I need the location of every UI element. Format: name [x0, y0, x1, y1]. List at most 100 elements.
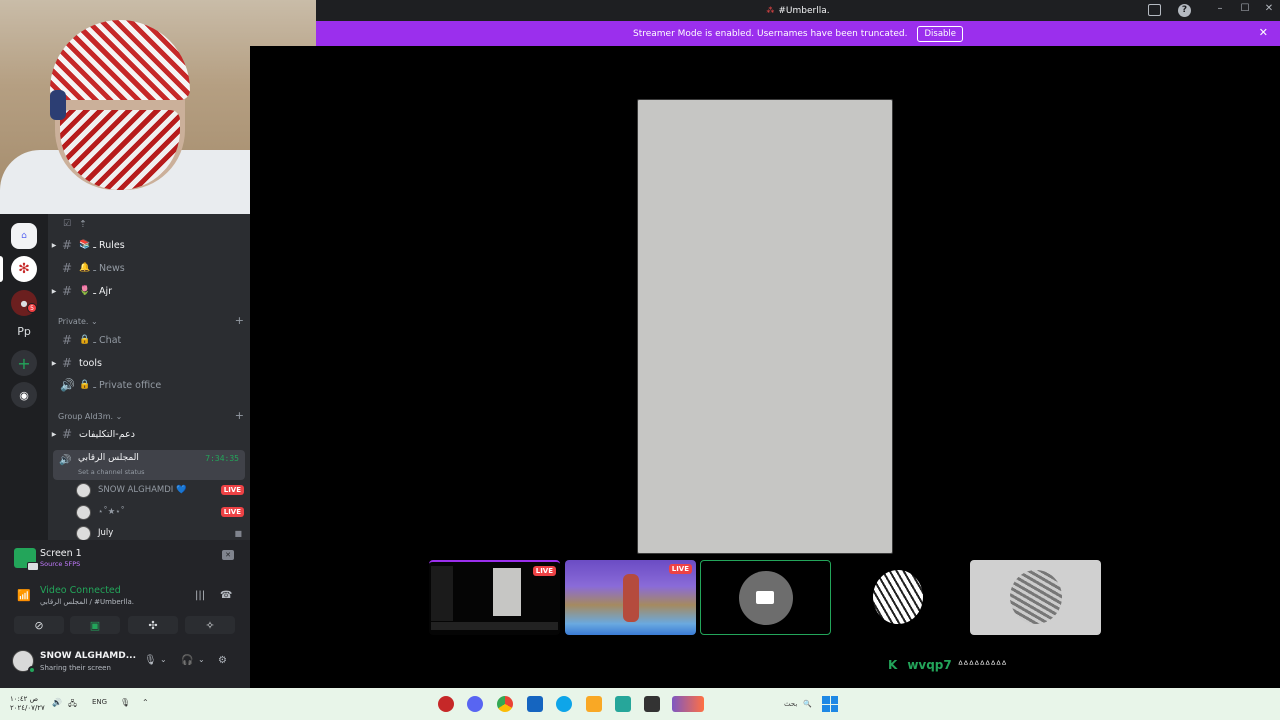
- banner-close-icon[interactable]: ✕: [1259, 26, 1268, 39]
- channel-list: ☑ ⇡ ▶ # 📚 ـ Rules # 🔔 ـ News ▶ # 🌷 ـ Ajr Pr…: [48, 214, 250, 541]
- member-name: SNOW ALGHAMDI 💙: [98, 485, 187, 495]
- disconnect-icon[interactable]: ☎: [220, 590, 232, 601]
- participant-tile[interactable]: [700, 560, 831, 635]
- speaker-icon: 🔊: [60, 378, 75, 392]
- channel-item-support[interactable]: ▶ # دعم-التكليفات: [48, 424, 250, 444]
- voice-channel-name: المجلس الرقابي: [78, 453, 139, 463]
- umbrella-icon: ✻: [18, 261, 30, 277]
- edge-icon[interactable]: [556, 696, 572, 712]
- hash-icon: #: [61, 333, 73, 347]
- channel-item-tools[interactable]: ▶ # tools: [48, 353, 250, 373]
- voice-member[interactable]: SNOW ALGHAMDI 💙 LIVE: [76, 481, 246, 499]
- camera-off-button[interactable]: ⊘: [14, 616, 64, 634]
- help-icon[interactable]: ?: [1178, 4, 1191, 17]
- soundboard-button[interactable]: ✧: [185, 616, 235, 634]
- hash-icon: #: [61, 238, 73, 252]
- channel-item-private-office[interactable]: 🔊 🔒 ـ Private office: [48, 375, 250, 395]
- overlay-username: wvqp7: [907, 658, 952, 672]
- focused-screen-share[interactable]: [637, 99, 893, 554]
- channel-label: ـ News: [93, 262, 125, 274]
- chevron-down-icon: ⌄: [90, 317, 98, 326]
- stream-tile[interactable]: LIVE: [565, 560, 696, 635]
- noise-suppression-icon[interactable]: |||: [195, 590, 205, 601]
- flower-icon: 🌷: [79, 286, 91, 296]
- voice-member[interactable]: ⋆˚★⋆˚ LIVE: [76, 503, 246, 521]
- lock-icon: 🔒: [79, 380, 91, 390]
- store-icon[interactable]: [527, 696, 543, 712]
- channel-label: ـ Ajr: [93, 285, 113, 297]
- disable-streamer-mode-button[interactable]: Disable: [917, 25, 964, 42]
- screen-share-source: Source 5FPS: [40, 560, 81, 568]
- network-icon[interactable]: 🖧: [68, 698, 77, 712]
- server-umbrella[interactable]: ✻: [11, 256, 37, 282]
- add-channel-icon[interactable]: +: [235, 410, 244, 421]
- inbox-icon[interactable]: [1148, 4, 1161, 16]
- category-label: Private.: [58, 317, 89, 326]
- terminal-icon[interactable]: [644, 696, 660, 712]
- chevron-up-icon[interactable]: ⌃: [142, 698, 149, 707]
- add-channel-icon[interactable]: +: [235, 315, 244, 326]
- add-server-button[interactable]: +: [11, 350, 37, 376]
- widgets-icon[interactable]: [672, 696, 704, 712]
- search-icon: 🔍: [803, 700, 812, 708]
- language-indicator[interactable]: ENG: [92, 698, 107, 706]
- hash-icon: #: [61, 427, 73, 441]
- headphones-icon[interactable]: 🎧: [181, 655, 193, 666]
- chevron-down-icon[interactable]: ⌄: [160, 655, 167, 664]
- channel-item-chat[interactable]: # 🔒 ـ Chat: [48, 330, 250, 350]
- video-connected-status[interactable]: Video Connected: [40, 585, 121, 596]
- signal-icon[interactable]: 📶: [17, 589, 31, 602]
- banner-text: Streamer Mode is enabled. Usernames have…: [632, 28, 908, 39]
- microphone-icon[interactable]: 🎙: [144, 655, 157, 666]
- stop-sharing-button[interactable]: ▣: [70, 616, 120, 634]
- minimize-button[interactable]: –: [1210, 3, 1230, 14]
- discord-icon[interactable]: [467, 696, 483, 712]
- screen-share-title: Screen 1: [40, 548, 82, 559]
- avatar: [873, 570, 923, 624]
- user-status: Sharing their screen: [40, 664, 111, 672]
- chevron-down-icon: ⌄: [115, 412, 123, 421]
- channel-item-news[interactable]: # 🔔 ـ News: [48, 258, 250, 278]
- username[interactable]: SNOW ALGHAMD...: [40, 651, 136, 661]
- video-camera-icon: ■: [234, 528, 242, 538]
- clock[interactable]: ص ١٠:٤٢ ٢٠٢٤/٠٧/٢٧: [10, 695, 45, 713]
- discord-logo-icon: ⌂: [21, 231, 27, 241]
- category-group[interactable]: Group Ald3m. ⌄ +: [58, 410, 244, 421]
- volume-icon[interactable]: 🔊: [52, 698, 62, 707]
- hash-icon: #: [61, 261, 73, 275]
- server-pp[interactable]: Pp: [11, 318, 37, 344]
- stream-tile[interactable]: LIVE: [429, 560, 560, 635]
- windows-start-icon[interactable]: [822, 696, 838, 712]
- category-private[interactable]: Private. ⌄ +: [58, 315, 244, 326]
- hash-icon: #: [61, 284, 73, 298]
- channel-item-top[interactable]: ☑ ⇡: [48, 214, 250, 234]
- channel-label: tools: [79, 357, 102, 369]
- microphone-icon[interactable]: 🎙: [120, 698, 130, 707]
- live-badge: LIVE: [220, 485, 244, 495]
- voice-user-panel: Screen 1 Source 5FPS ✕ 📶 Video Connected…: [0, 540, 250, 688]
- maximize-button[interactable]: ☐: [1235, 3, 1255, 14]
- taskbar-search[interactable]: بحث 🔍: [740, 696, 812, 712]
- channel-item-ajr[interactable]: ▶ # 🌷 ـ Ajr: [48, 281, 250, 301]
- channel-item-rules[interactable]: ▶ # 📚 ـ Rules: [48, 235, 250, 255]
- screen-share-icon: ▣: [89, 618, 101, 632]
- explore-servers-button[interactable]: ◉: [11, 382, 37, 408]
- gear-icon[interactable]: ⚙: [218, 655, 227, 666]
- participant-tile[interactable]: [835, 560, 966, 635]
- stream-username-overlay: K wvqp7 ᐞᐞᐞᐞᐞᐞᐞᐞᐞ: [888, 658, 1007, 672]
- unread-dot-icon: ▶: [51, 241, 57, 249]
- kick-logo-icon: K: [888, 658, 898, 672]
- file-explorer-icon[interactable]: [586, 696, 602, 712]
- chevron-down-icon[interactable]: ⌄: [198, 655, 205, 664]
- participant-tile[interactable]: [970, 560, 1101, 635]
- stop-stream-icon[interactable]: ✕: [222, 550, 234, 560]
- direct-messages-button[interactable]: ⌂: [11, 223, 37, 249]
- chrome-icon[interactable]: [497, 696, 513, 712]
- set-channel-status[interactable]: Set a channel status: [78, 468, 145, 476]
- app-red-icon[interactable]: [438, 696, 454, 712]
- clock-date: ٢٠٢٤/٠٧/٢٧: [10, 704, 45, 712]
- voice-channel-active[interactable]: 🔊 المجلس الرقابي 7:34:35 Set a channel s…: [53, 450, 245, 480]
- activities-button[interactable]: ✣: [128, 616, 178, 634]
- close-window-button[interactable]: ✕: [1259, 3, 1279, 14]
- photos-icon[interactable]: [615, 696, 631, 712]
